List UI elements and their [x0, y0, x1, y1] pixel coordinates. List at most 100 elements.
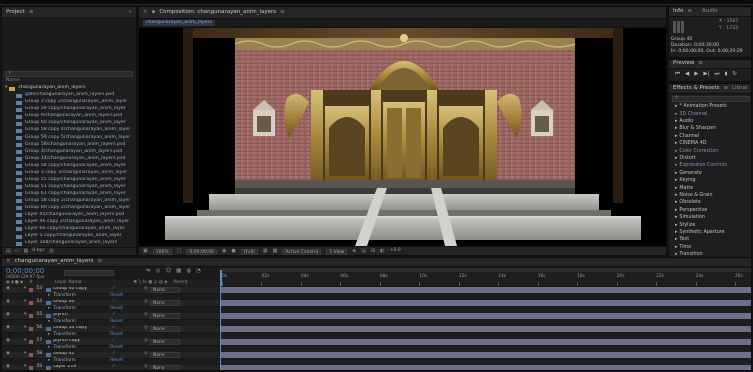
- interpret-footage-icon[interactable]: ▤: [6, 249, 11, 254]
- new-folder-icon[interactable]: ▭: [15, 249, 20, 254]
- layer-name[interactable]: Group 40 copy: [53, 287, 111, 292]
- resolution-dropdown[interactable]: (Full): [240, 248, 258, 255]
- layer-duration-bar[interactable]: [220, 287, 751, 293]
- loop-icon[interactable]: ↻: [732, 71, 737, 78]
- expand-arrow-icon[interactable]: ▾: [24, 313, 26, 318]
- always-preview-icon[interactable]: ▣: [143, 249, 148, 254]
- project-item[interactable]: gate/changunarayan_anim_layers.psd: [2, 92, 136, 99]
- views-dropdown[interactable]: 1 View: [326, 248, 348, 255]
- close-icon[interactable]: ×: [143, 9, 148, 16]
- chevron-right-icon[interactable]: ▸: [675, 134, 677, 140]
- timecode-field[interactable]: 0;00;00;00: [186, 248, 217, 255]
- chevron-right-icon[interactable]: ▸: [675, 238, 677, 243]
- composition-viewer[interactable]: [139, 28, 666, 246]
- chevron-right-icon[interactable]: ▸: [675, 215, 677, 221]
- expand-arrow-icon[interactable]: ▸: [48, 333, 50, 338]
- project-tab[interactable]: Project: [6, 9, 25, 16]
- effect-category[interactable]: ▸ Color Correction: [669, 148, 751, 155]
- expand-arrow-icon[interactable]: ▸: [48, 294, 50, 299]
- parent-pickwhip-icon[interactable]: ◎: [144, 300, 148, 305]
- parent-column[interactable]: Parent: [173, 280, 187, 285]
- chevron-right-icon[interactable]: ▸: [675, 149, 677, 155]
- preview-tab[interactable]: Preview: [673, 61, 694, 67]
- visibility-icon[interactable]: ◉: [6, 352, 10, 357]
- project-item[interactable]: Group 58 copy/changunarayan_anim_layer: [2, 163, 136, 170]
- effect-category[interactable]: ▸ * Animation Presets: [669, 104, 751, 111]
- draft-3d-icon[interactable]: ◎: [156, 268, 161, 275]
- effect-category[interactable]: ▸ Blur & Sharpen: [669, 126, 751, 133]
- current-time-indicator[interactable]: [220, 270, 222, 286]
- expand-arrow-icon[interactable]: ▸: [48, 346, 50, 351]
- timeline-comp-tab[interactable]: changunarayan_anim_layers: [15, 259, 94, 265]
- effect-category[interactable]: ▸ Channel: [669, 134, 751, 141]
- effect-category[interactable]: ▸ CINEMA 4D: [669, 141, 751, 148]
- project-item[interactable]: Layer 46 copy 2/changunarayan_anim_layer: [2, 219, 136, 226]
- snapshot-icon[interactable]: ◉: [222, 249, 226, 254]
- layer-name[interactable]: plynth: [53, 313, 111, 318]
- switches-icon[interactable]: ⁄: [113, 287, 114, 292]
- layer-duration-bar[interactable]: [220, 365, 751, 370]
- effect-category[interactable]: ▸ Generate: [669, 171, 751, 178]
- parent-pickwhip-icon[interactable]: ◎: [144, 326, 148, 331]
- project-item[interactable]: Group 3 copy 3/changunarayan_anim_layer: [2, 170, 136, 177]
- parent-dropdown[interactable]: None: [149, 286, 180, 293]
- layer-duration-bar[interactable]: [220, 300, 751, 306]
- visibility-icon[interactable]: ◉: [6, 365, 10, 370]
- timeline-timecode[interactable]: 0;00;00;00: [6, 268, 44, 275]
- panel-menu-icon[interactable]: ≡: [687, 8, 692, 15]
- chevron-right-icon[interactable]: ▸: [675, 164, 677, 169]
- timeline-search-input[interactable]: [64, 270, 114, 276]
- switches-icon[interactable]: ⁄: [113, 365, 114, 370]
- comp-tab-active[interactable]: changunarayan_anim_layers: [143, 19, 215, 27]
- prev-frame-icon[interactable]: ◀: [685, 71, 689, 78]
- fast-preview-icon[interactable]: ◈: [352, 249, 356, 254]
- label-color-swatch[interactable]: [29, 365, 34, 370]
- expand-arrow-icon[interactable]: ▸: [48, 307, 50, 312]
- chevron-right-icon[interactable]: ▸: [675, 245, 677, 251]
- panel-menu-icon[interactable]: ≡: [97, 259, 102, 265]
- project-item[interactable]: Layer 1 copy/changunarayan_anim_layer: [2, 233, 136, 240]
- project-item[interactable]: Group 58 copy 2/changunarayan_anim_layer: [2, 198, 136, 205]
- layer-row[interactable]: ◉ ▾ 59 Layer 219 ⁄ ◎ None: [2, 364, 219, 370]
- parent-pickwhip-icon[interactable]: ◎: [144, 365, 148, 370]
- audio-icon[interactable]: ◖: [724, 71, 727, 78]
- effect-category[interactable]: ▸ Matte: [669, 185, 751, 192]
- fit-icon[interactable]: ▢: [177, 249, 182, 254]
- exposure-value[interactable]: +0.0: [390, 249, 401, 254]
- layer-duration-bar[interactable]: [220, 313, 751, 319]
- effect-category[interactable]: ▸ 3D Channel: [669, 111, 751, 118]
- parent-pickwhip-icon[interactable]: ◎: [144, 313, 148, 318]
- effect-category[interactable]: ▸ Text: [669, 237, 751, 244]
- project-item[interactable]: Layer 66 copy/changunarayan_anim_layer: [2, 226, 136, 233]
- chevron-right-icon[interactable]: ▸: [675, 112, 677, 118]
- effect-category[interactable]: ▸ Expression Controls: [669, 163, 751, 170]
- chevron-right-icon[interactable]: ▸: [675, 208, 677, 214]
- label-color-swatch[interactable]: [29, 339, 34, 344]
- switches-icon[interactable]: ⁄: [113, 300, 114, 305]
- expand-arrow-icon[interactable]: ▾: [24, 339, 26, 344]
- switches-icon[interactable]: ⁄: [113, 339, 114, 344]
- project-root-folder[interactable]: ▾ changunarayan_anim_layers: [2, 85, 136, 92]
- panel-menu-icon[interactable]: ≡: [280, 9, 285, 16]
- project-item[interactable]: Group 55 copy/changunarayan_anim_layer: [2, 177, 136, 184]
- effects-search-input[interactable]: ⚲: [672, 96, 750, 102]
- motion-blur-icon[interactable]: ◍: [186, 268, 191, 275]
- effect-category[interactable]: ▸ Perspective: [669, 207, 751, 214]
- chevron-right-icon[interactable]: ▸: [675, 127, 677, 132]
- project-item[interactable]: Layer 45/changunarayan_anim_layers.psd: [2, 212, 136, 219]
- project-item[interactable]: Group 58 copy 4/changunarayan_anim_layer: [2, 127, 136, 134]
- chevron-right-icon[interactable]: ▸: [675, 186, 677, 192]
- chevron-right-icon[interactable]: ▸: [675, 119, 677, 125]
- layer-name[interactable]: plynth copy: [53, 339, 111, 344]
- project-item[interactable]: Group 9/changunarayan_anim_layers.psd: [2, 113, 136, 120]
- layer-name-column[interactable]: Layer Name: [55, 280, 82, 285]
- info-tab[interactable]: Info: [673, 8, 683, 15]
- last-frame-icon[interactable]: ⏭: [715, 71, 720, 78]
- roi-icon[interactable]: ▦: [263, 249, 268, 254]
- parent-dropdown[interactable]: None: [149, 299, 180, 306]
- channel-icon[interactable]: ●: [231, 249, 235, 254]
- project-item[interactable]: Group 60 copy 2/changunarayan_anim_layer: [2, 205, 136, 212]
- layer-duration-bar[interactable]: [220, 326, 751, 332]
- project-item[interactable]: Group 3/changunarayan_anim_layers.psd: [2, 148, 136, 155]
- lock-icon[interactable]: ▪: [152, 9, 156, 16]
